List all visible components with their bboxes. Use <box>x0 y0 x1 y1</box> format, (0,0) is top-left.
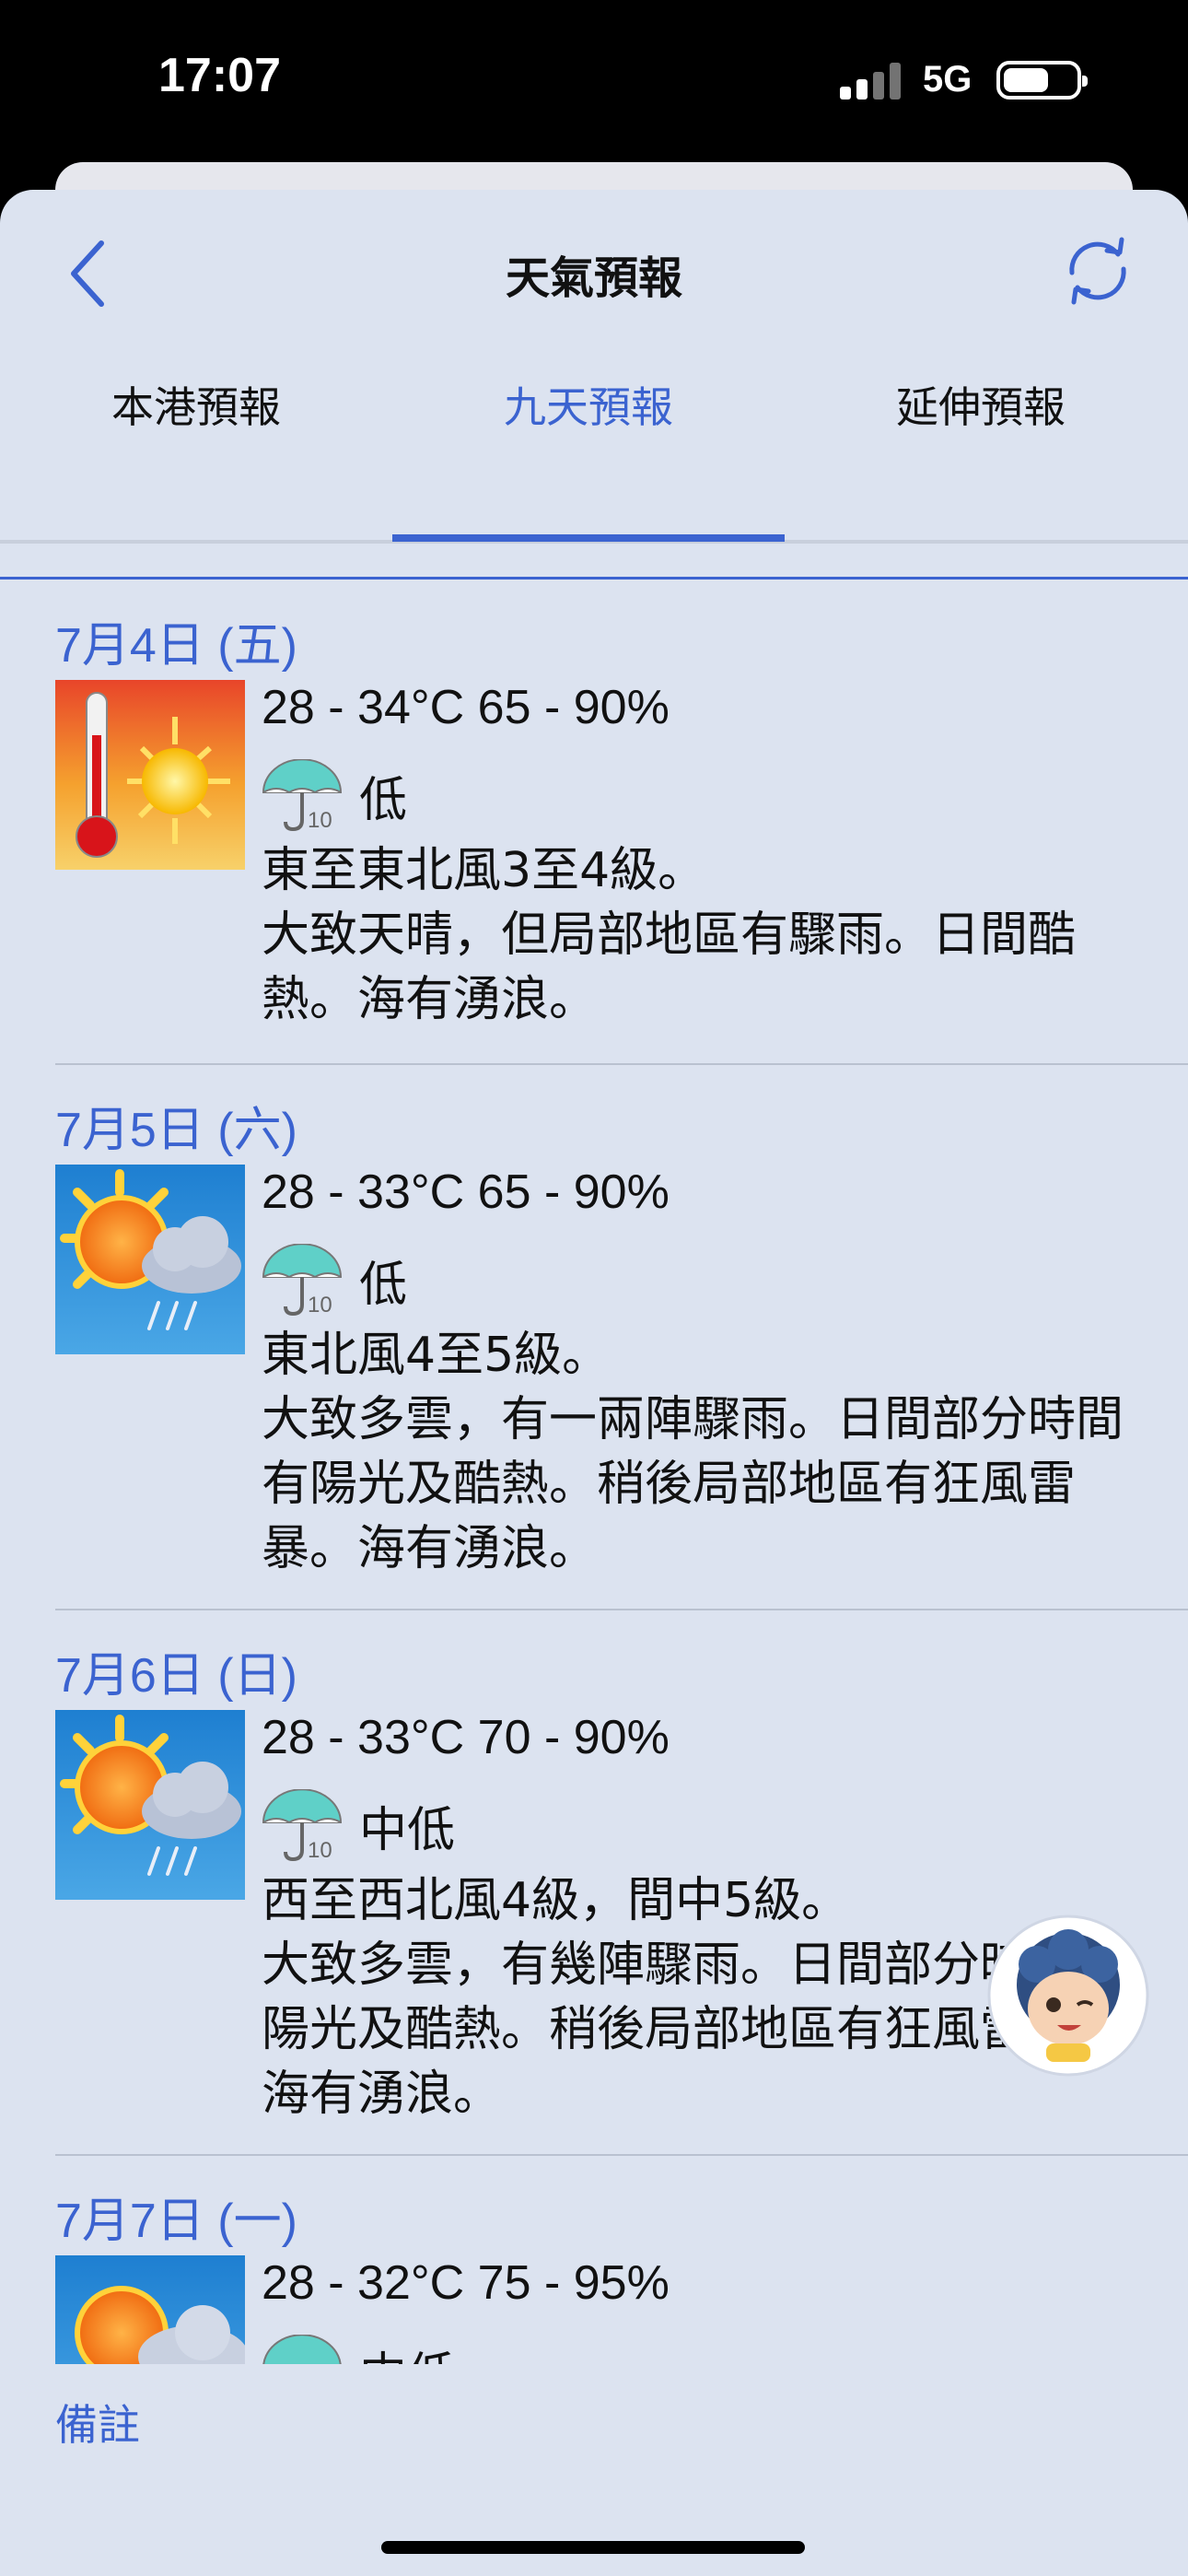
mascot-assistant-icon[interactable] <box>985 1913 1151 2078</box>
list-top-divider <box>0 577 1188 580</box>
umbrella-icon <box>262 2335 342 2364</box>
sunny-periods-showers-icon <box>55 1710 245 1900</box>
forecast-date: 7月4日 (五) <box>55 619 297 673</box>
temperature-humidity: 28 - 32°C 75 - 95% <box>262 2256 670 2310</box>
sunny-periods-showers-icon <box>55 1165 245 1354</box>
temperature-humidity: 28 - 33°C 65 - 90% <box>262 1165 670 1219</box>
svg-text:10: 10 <box>308 808 332 833</box>
network-type: 5G <box>923 59 973 100</box>
weather-forecast: 大致多雲，有一兩陣驟雨。日間部分時間有陽光及酷熱。稍後局部地區有狂風雷暴。海有湧… <box>262 1392 1124 1576</box>
svg-text:10: 10 <box>308 1838 332 1863</box>
forecast-day: 7月7日 (一) 28 - 32°C 75 - 95% 中低 <box>55 2156 1188 2364</box>
umbrella-icon: 10 <box>262 1244 343 1317</box>
status-bar: 17:07 5G <box>0 0 1188 175</box>
wind-forecast: 東北風4至5級。 <box>262 1328 611 1383</box>
forecast-date: 7月5日 (六) <box>55 1104 297 1157</box>
sunny-periods-icon <box>55 2255 245 2364</box>
tab-bar: 本港預報 九天預報 延伸預報 <box>0 374 1188 463</box>
forecast-date: 7月6日 (日) <box>55 1649 297 1703</box>
notes-link[interactable]: 備註 <box>55 2392 140 2453</box>
forecast-description: 東至東北風3至4級。 大致天晴，但局部地區有驟雨。日間酷熱。海有湧浪。 <box>262 838 1146 1032</box>
cellular-signal-icon <box>840 63 904 100</box>
battery-icon <box>996 61 1088 100</box>
weather-forecast: 大致天晴，但局部地區有驟雨。日間酷熱。海有湧浪。 <box>262 907 1077 1027</box>
forecast-date: 7月7日 (一) <box>55 2195 297 2248</box>
forecast-list[interactable]: 7月4日 (五) 28 - 34°C 65 - 90% 10 低 東至東北風3至… <box>0 580 1188 2364</box>
tab-extended-forecast[interactable]: 延伸預報 <box>785 374 1177 435</box>
wind-forecast: 東至東北風3至4級。 <box>262 843 706 898</box>
temperature-humidity: 28 - 33°C 70 - 90% <box>262 1711 670 1764</box>
status-time: 17:07 <box>158 49 281 102</box>
page-title: 天氣預報 <box>505 252 682 304</box>
tab-local-forecast[interactable]: 本港預報 <box>0 374 392 435</box>
rain-chance: 低 <box>359 1258 408 1313</box>
svg-text:10: 10 <box>308 1293 332 1317</box>
forecast-sheet: 天氣預報 本港預報 九天預報 延伸預報 7月4日 (五) 28 - 34°C 6… <box>0 190 1188 2576</box>
rain-chance: 中低 <box>359 1803 456 1858</box>
umbrella-icon: 10 <box>262 1789 343 1863</box>
forecast-day: 7月4日 (五) 28 - 34°C 65 - 90% 10 低 東至東北風3至… <box>55 580 1188 1065</box>
forecast-day: 7月5日 (六) 28 - 33°C 65 - 90% 10 低 東北風4至5級… <box>55 1065 1188 1610</box>
forecast-description: 東北風4至5級。 大致多雲，有一兩陣驟雨。日間部分時間有陽光及酷熱。稍後局部地區… <box>262 1323 1146 1581</box>
home-indicator[interactable] <box>381 2541 805 2554</box>
refresh-icon[interactable] <box>1059 232 1136 310</box>
rain-chance: 低 <box>359 773 408 828</box>
rain-chance: 中低 <box>359 2336 455 2364</box>
very-hot-icon <box>55 680 245 870</box>
umbrella-icon: 10 <box>262 759 343 833</box>
temperature-humidity: 28 - 34°C 65 - 90% <box>262 681 670 734</box>
active-tab-indicator <box>392 534 785 542</box>
tab-nine-day-forecast[interactable]: 九天預報 <box>392 374 785 435</box>
